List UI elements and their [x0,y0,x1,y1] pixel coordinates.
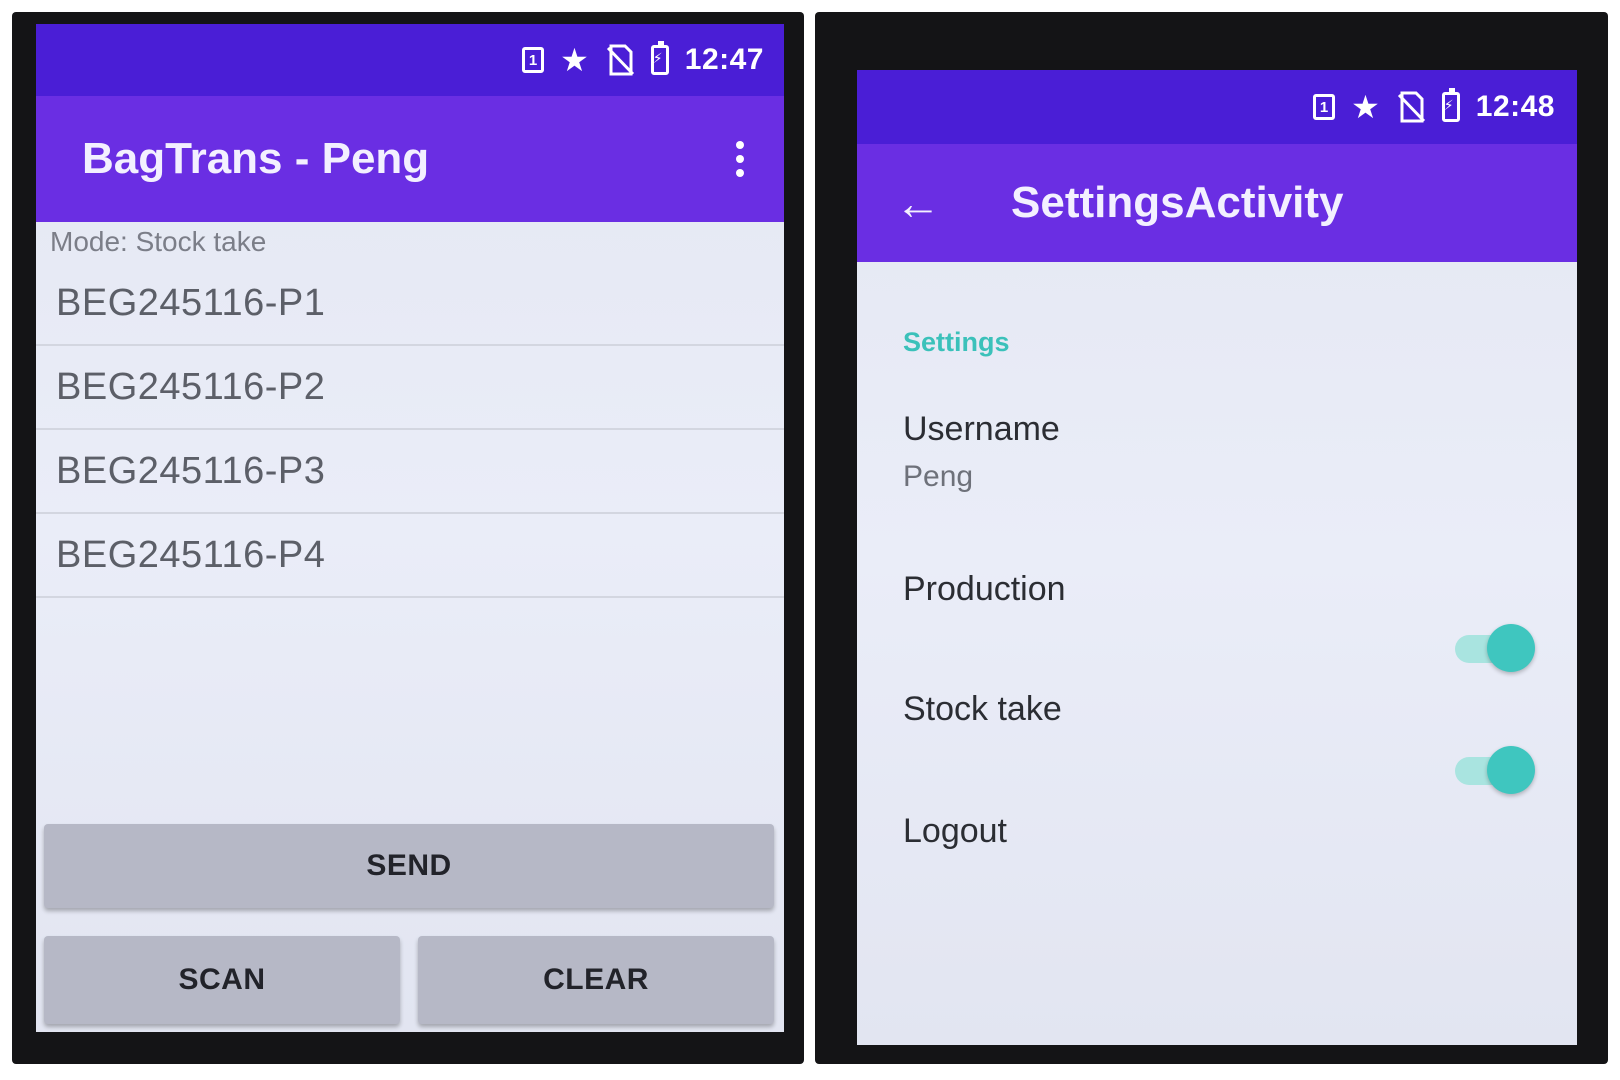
status-time: 12:48 [1475,90,1555,123]
mode-label: Mode: Stock take [50,226,267,257]
no-sim-icon [1396,91,1426,123]
main-screen-photo: 1 ★ 12:47 BagTrans - Peng Mode: Stock ta… [12,12,804,1064]
main-screen: 1 ★ 12:47 BagTrans - Peng Mode: Stock ta… [36,24,784,1032]
clear-button[interactable]: CLEAR [418,936,774,1024]
battery-charging-icon [1441,88,1460,122]
send-button[interactable]: SEND [44,824,774,908]
list-item[interactable]: BEG245116-P1 [36,262,784,346]
settings-screen-photo: 1 ★ 12:48 ← SettingsActivity Settings Us… [815,12,1608,1064]
overflow-menu-icon[interactable] [736,141,744,177]
list-item[interactable]: BEG245116-P4 [36,514,784,598]
settings-title: SettingsActivity [1011,178,1344,227]
switch-thumb [1487,624,1535,672]
list-item[interactable]: BEG245116-P3 [36,430,784,514]
sim-label: 1 [522,47,545,73]
app-bar: BagTrans - Peng [36,96,784,222]
username-value: Peng [903,460,974,493]
production-label: Production [903,570,1066,608]
sim-icon: 1 [522,47,545,73]
app-title: BagTrans - Peng [82,134,430,183]
scan-button[interactable]: SCAN [44,936,400,1024]
star-icon: ★ [1351,89,1380,125]
tag-list: BEG245116-P1 BEG245116-P2 BEG245116-P3 B… [36,262,784,598]
status-time: 12:47 [684,43,764,76]
back-arrow-icon[interactable]: ← [895,180,941,226]
battery-charging-icon [650,41,669,75]
no-sim-icon [605,44,635,76]
list-item[interactable]: BEG245116-P2 [36,346,784,430]
star-icon: ★ [560,42,589,78]
sim-icon: 1 [1313,94,1336,120]
switch-thumb [1487,746,1535,794]
sim-label: 1 [1313,94,1336,120]
app-bar: ← SettingsActivity [857,144,1577,262]
stock-take-toggle[interactable] [1453,744,1535,794]
status-bar: 1 ★ 12:47 [36,24,784,96]
logout-preference[interactable]: Logout [903,812,1007,851]
settings-category-header: Settings [903,327,1010,357]
settings-screen: 1 ★ 12:48 ← SettingsActivity Settings Us… [857,70,1577,1045]
username-preference[interactable]: Username [903,410,1060,449]
stock-take-label: Stock take [903,690,1062,728]
status-bar: 1 ★ 12:48 [857,70,1577,144]
production-toggle[interactable] [1453,622,1535,672]
